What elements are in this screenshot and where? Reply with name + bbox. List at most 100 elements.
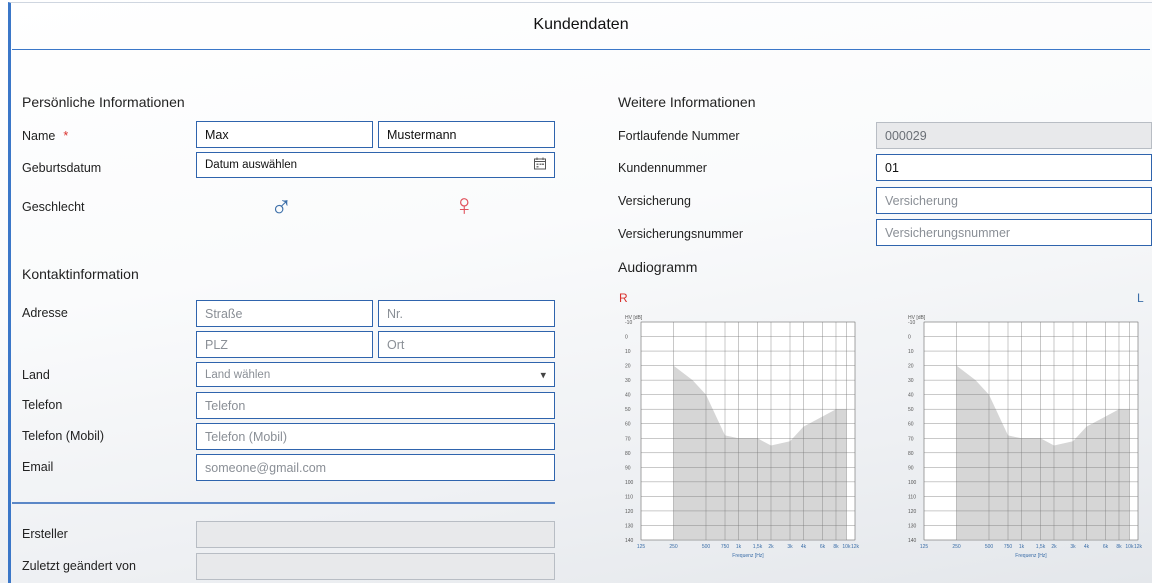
y-tick-label: 90 <box>908 465 914 471</box>
y-tick-label: 10 <box>908 349 914 355</box>
x-tick-label: 8k <box>833 544 839 550</box>
left-ear-label: L <box>1137 291 1144 305</box>
serial-number-field: 000029 <box>876 122 1152 149</box>
y-tick-label: 110 <box>625 494 633 500</box>
y-tick-label: 60 <box>625 422 631 428</box>
section-divider <box>12 502 555 504</box>
street-input[interactable]: Straße <box>196 300 373 327</box>
y-tick-label: 40 <box>908 393 914 399</box>
right-ear-label: R <box>619 291 628 305</box>
y-tick-label: 70 <box>625 436 631 442</box>
y-tick-label: 100 <box>625 480 634 486</box>
x-tick-label: 12k <box>1134 544 1143 550</box>
x-tick-label: 750 <box>721 544 730 550</box>
x-tick-label: 8k <box>1116 544 1122 550</box>
x-tick-label: 250 <box>669 544 678 550</box>
x-axis-label: Frequenz [Hz] <box>732 553 764 559</box>
y-tick-label: 0 <box>625 335 628 341</box>
mobile-label: Telefon (Mobil) <box>22 429 104 443</box>
y-tick-label: 30 <box>908 378 914 384</box>
serial-number-label: Fortlaufende Nummer <box>618 129 740 143</box>
male-gender-icon[interactable]: ♂ <box>270 193 293 223</box>
address-label: Adresse <box>22 306 68 320</box>
y-tick-label: 10 <box>625 349 631 355</box>
modified-by-field <box>196 553 555 580</box>
audiogram-left: -100102030405060708090100110120130140125… <box>908 315 1143 559</box>
insurance-label: Versicherung <box>618 194 691 208</box>
y-tick-label: 20 <box>908 364 914 370</box>
y-tick-label: 70 <box>908 436 914 442</box>
page-title: Kundendaten <box>533 15 629 33</box>
email-input[interactable]: someone@gmail.com <box>196 454 555 481</box>
y-tick-label: 0 <box>908 335 911 341</box>
y-tick-label: 140 <box>625 538 634 544</box>
y-tick-label: 20 <box>625 364 631 370</box>
city-input[interactable]: Ort <box>378 331 555 358</box>
audiogram-right: -100102030405060708090100110120130140125… <box>625 315 860 559</box>
insurance-number-input[interactable]: Versicherungsnummer <box>876 219 1152 246</box>
x-tick-label: 125 <box>637 544 646 550</box>
y-tick-label: 110 <box>908 494 916 500</box>
y-tick-label: 60 <box>908 422 914 428</box>
y-tick-label: 30 <box>625 378 631 384</box>
email-label: Email <box>22 460 54 474</box>
creator-label: Ersteller <box>22 527 68 541</box>
x-tick-label: 125 <box>920 544 929 550</box>
insurance-input[interactable]: Versicherung <box>876 187 1152 214</box>
dropdown-caret-icon[interactable]: ▾ <box>540 368 546 381</box>
x-tick-label: 500 <box>702 544 711 550</box>
birthdate-placeholder: Datum auswählen <box>205 159 298 171</box>
y-tick-label: 50 <box>908 407 914 413</box>
y-tick-label: 40 <box>625 393 631 399</box>
customer-number-input[interactable]: 01 <box>876 154 1152 181</box>
audiogram-heading: Audiogramm <box>618 259 698 275</box>
x-tick-label: 250 <box>952 544 961 550</box>
customer-number-label: Kundennummer <box>618 161 707 175</box>
x-tick-label: 6k <box>1103 544 1109 550</box>
x-tick-label: 3k <box>787 544 793 550</box>
y-axis-label: HV [dB] <box>908 315 926 321</box>
mobile-input[interactable]: Telefon (Mobil) <box>196 423 555 450</box>
y-tick-label: 80 <box>625 451 631 457</box>
country-placeholder: Land wählen <box>205 368 271 381</box>
x-axis-label: Frequenz [Hz] <box>1015 553 1047 559</box>
y-tick-label: 50 <box>625 407 631 413</box>
x-tick-label: 1k <box>736 544 742 550</box>
x-tick-label: 4k <box>1084 544 1090 550</box>
x-tick-label: 6k <box>820 544 826 550</box>
phone-label: Telefon <box>22 398 63 412</box>
house-number-input[interactable]: Nr. <box>378 300 555 327</box>
creator-field <box>196 521 555 548</box>
x-tick-label: 10k <box>842 544 851 550</box>
birthdate-picker[interactable]: Datum auswählen <box>196 152 555 178</box>
calendar-icon[interactable] <box>534 157 546 173</box>
first-name-input[interactable]: Max <box>196 121 373 148</box>
y-tick-label: 140 <box>908 538 917 544</box>
x-tick-label: 500 <box>985 544 994 550</box>
modified-by-label: Zuletzt geändert von <box>22 559 136 573</box>
x-tick-label: 2k <box>1051 544 1057 550</box>
y-tick-label: 120 <box>625 509 634 515</box>
x-tick-label: 12k <box>851 544 860 550</box>
y-tick-label: 100 <box>908 480 917 486</box>
phone-input[interactable]: Telefon <box>196 392 555 419</box>
contact-info-heading: Kontaktinformation <box>22 266 139 282</box>
x-tick-label: 4k <box>801 544 807 550</box>
country-select[interactable]: Land wählen ▾ <box>196 362 555 387</box>
y-axis-label: HV [dB] <box>625 315 643 321</box>
insurance-number-label: Versicherungsnummer <box>618 227 744 241</box>
last-name-input[interactable]: Mustermann <box>378 121 555 148</box>
x-tick-label: 10k <box>1125 544 1134 550</box>
y-tick-label: 130 <box>625 523 634 529</box>
name-label: Name * <box>22 129 68 143</box>
x-tick-label: 750 <box>1004 544 1013 550</box>
female-gender-icon[interactable]: ♀ <box>453 191 476 221</box>
further-info-heading: Weitere Informationen <box>618 94 756 110</box>
zip-input[interactable]: PLZ <box>196 331 373 358</box>
gender-label: Geschlecht <box>22 200 85 214</box>
y-tick-label: 90 <box>625 465 631 471</box>
page-title-bar: Kundendaten <box>12 0 1150 50</box>
y-tick-label: 80 <box>908 451 914 457</box>
x-tick-label: 1k <box>1019 544 1025 550</box>
x-tick-label: 1,5k <box>753 544 763 550</box>
